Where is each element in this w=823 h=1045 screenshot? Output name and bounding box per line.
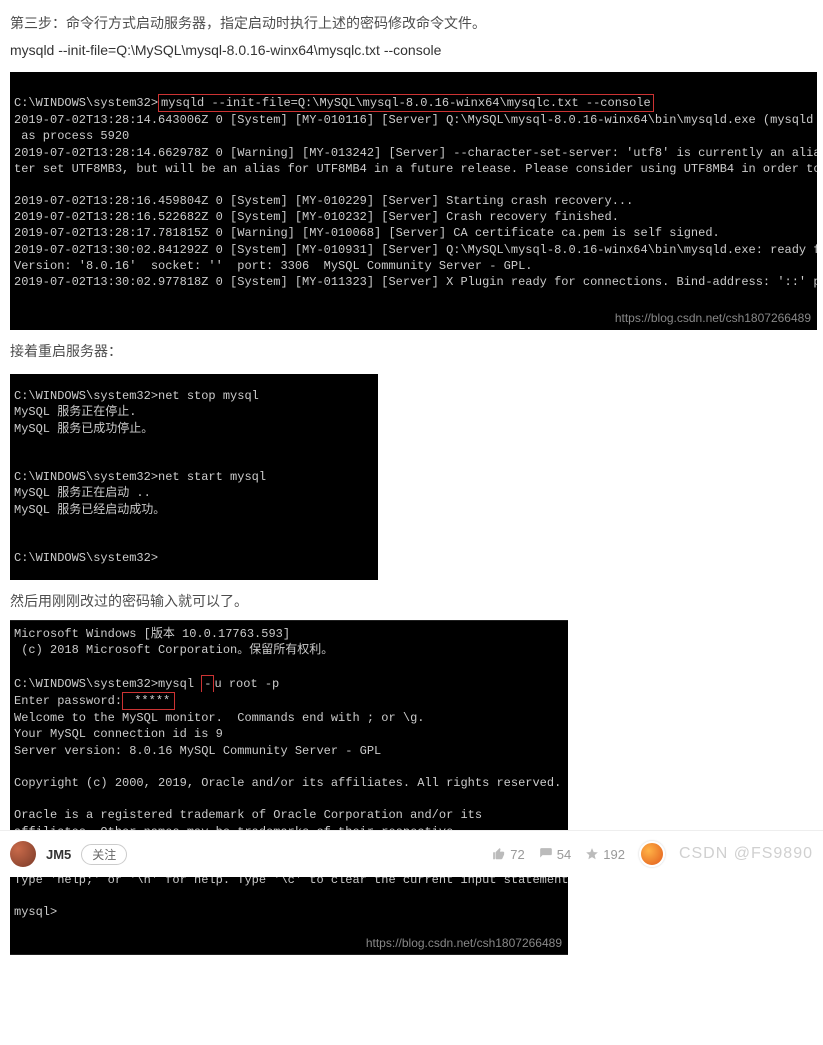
login-suffix: u root -p bbox=[214, 677, 279, 691]
command-line-text: mysqld --init-file=Q:\MySQL\mysql-8.0.16… bbox=[10, 42, 813, 58]
thumbs-up-icon bbox=[492, 847, 506, 861]
terminal-output-3: Microsoft Windows [版本 10.0.17763.593] (c… bbox=[10, 610, 568, 955]
avatar[interactable] bbox=[10, 841, 36, 867]
image-watermark: https://blog.csdn.net/csh1807266489 bbox=[615, 310, 811, 326]
highlighted-command: mysqld --init-file=Q:\MySQL\mysql-8.0.16… bbox=[158, 94, 654, 112]
terminal-output-1: C:\WINDOWS\system32>mysqld --init-file=Q… bbox=[10, 72, 817, 331]
star-icon bbox=[585, 847, 599, 861]
password-label: Enter password: bbox=[14, 694, 122, 708]
image-watermark: https://blog.csdn.net/csh1807266489 bbox=[366, 935, 562, 951]
fav-count: 192 bbox=[603, 847, 625, 862]
stats-bar: 72 54 192 CSDN @FS9890 bbox=[492, 841, 813, 867]
like-button[interactable]: 72 bbox=[492, 847, 524, 862]
follow-button[interactable]: 关注 bbox=[81, 844, 127, 865]
page-watermark: CSDN @FS9890 bbox=[679, 845, 813, 863]
comment-button[interactable]: 54 bbox=[539, 847, 571, 862]
like-count: 72 bbox=[510, 847, 524, 862]
reward-icon[interactable] bbox=[639, 841, 665, 867]
comment-icon bbox=[539, 847, 553, 861]
terminal-output-2: C:\WINDOWS\system32>net stop mysql MySQL… bbox=[10, 374, 378, 580]
terminal2-body: C:\WINDOWS\system32>net stop mysql MySQL… bbox=[14, 389, 266, 565]
step-title: 第三步：命令行方式启动服务器，指定启动时执行上述的密码修改命令文件。 bbox=[10, 12, 813, 36]
terminal1-body: 2019-07-02T13:28:14.643006Z 0 [System] [… bbox=[14, 113, 817, 289]
restart-text: 接着重启服务器： bbox=[10, 340, 813, 364]
author-name[interactable]: JM5 bbox=[46, 847, 71, 862]
prompt-prefix: C:\WINDOWS\system32> bbox=[14, 96, 158, 110]
login-flag-highlight-top: - bbox=[201, 675, 214, 692]
author-footer: JM5 关注 72 54 192 CSDN @FS9890 bbox=[0, 830, 823, 877]
terminal3-top: Microsoft Windows [版本 10.0.17763.593] (c… bbox=[14, 627, 333, 657]
terminal3-body: Welcome to the MySQL monitor. Commands e… bbox=[14, 711, 568, 919]
password-highlight: ***** bbox=[122, 692, 175, 710]
fav-button[interactable]: 192 bbox=[585, 847, 625, 862]
login-prefix: C:\WINDOWS\system32>mysql bbox=[14, 677, 201, 691]
comment-count: 54 bbox=[557, 847, 571, 862]
final-text: 然后用刚刚改过的密码输入就可以了。 bbox=[10, 590, 813, 614]
